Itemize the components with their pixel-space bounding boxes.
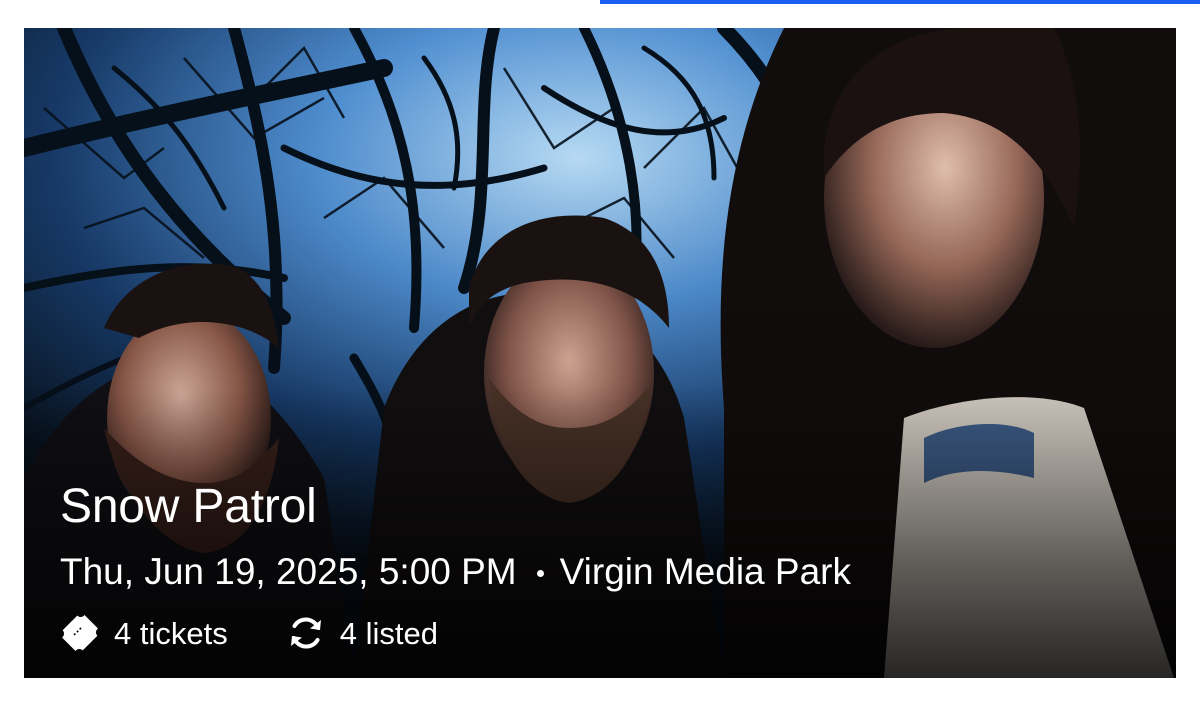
top-accent-bar <box>600 0 1200 4</box>
event-caption: Snow Patrol Thu, Jun 19, 2025, 5:00 PM V… <box>60 458 1140 678</box>
ticket-icon <box>62 615 98 651</box>
tickets-stat: 4 tickets <box>60 613 228 653</box>
tickets-count: 4 tickets <box>114 615 228 651</box>
event-venue: Virgin Media Park <box>559 551 851 592</box>
listed-stat: 4 listed <box>286 613 438 653</box>
separator-dot <box>536 570 544 577</box>
ticket-stats: 4 tickets 4 listed <box>60 613 438 653</box>
event-date-time: Thu, Jun 19, 2025, 5:00 PM <box>60 551 517 592</box>
event-meta: Thu, Jun 19, 2025, 5:00 PM Virgin Media … <box>60 553 851 590</box>
event-title: Snow Patrol <box>60 480 317 533</box>
listed-count: 4 listed <box>339 615 438 651</box>
event-card[interactable]: Snow Patrol Thu, Jun 19, 2025, 5:00 PM V… <box>24 28 1176 678</box>
refresh-icon <box>290 617 321 649</box>
